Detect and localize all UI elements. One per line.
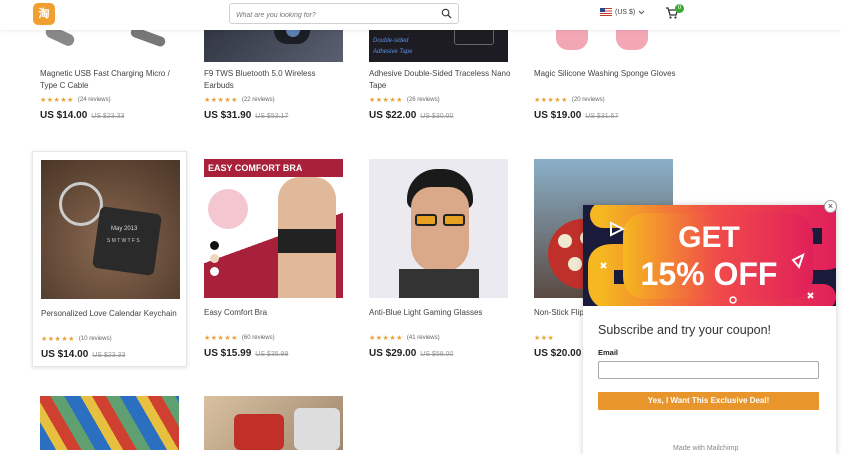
image-caption-line: EASY COMFORT BRA (208, 163, 303, 173)
old-price: US $23.33 (92, 352, 126, 359)
price: US $14.00 (41, 349, 89, 360)
rating-stars: ★★★ (534, 335, 555, 342)
currency-selector[interactable]: (US $) (600, 8, 645, 16)
product-card[interactable]: Anti-Blue Light Gaming Glasses ★★★★★ (41… (361, 151, 516, 359)
review-count: (24 reviews) (77, 97, 111, 103)
rating-stars: ★★★★★ (204, 97, 238, 104)
price: US $31.90 (204, 110, 252, 121)
review-count: (60 reviews) (241, 335, 275, 341)
product-rating: ★★★★★ (60 reviews) (204, 334, 351, 342)
product-card[interactable]: May 2013 S M T W T F S Personalized Love… (32, 151, 187, 367)
chevron-down-icon (638, 10, 645, 14)
product-rating: ★★★★★ (10 reviews) (41, 335, 186, 343)
product-rating: ★★★★★ (41 reviews) (369, 334, 516, 342)
product-title[interactable]: Personalized Love Calendar Keychain (41, 308, 183, 332)
us-flag-icon (600, 8, 612, 16)
product-rating: ★★★★★ (22 reviews) (204, 96, 351, 104)
old-price: US $23.33 (91, 113, 125, 120)
rating-stars: ★★★★★ (204, 335, 238, 342)
product-title[interactable]: Magic Silicone Washing Sponge Gloves (534, 68, 676, 92)
old-price: US $30.00 (420, 113, 454, 120)
price-row: US $14.00 US $23.33 (40, 110, 187, 121)
product-title[interactable]: Easy Comfort Bra (204, 307, 346, 331)
price-row: US $14.00 US $23.33 (41, 349, 186, 360)
product-title[interactable]: F9 TWS Bluetooth 5.0 Wireless Earbuds (204, 68, 346, 92)
search-input[interactable] (230, 6, 430, 25)
product-rating: ★★★★★ (20 reviews) (534, 96, 681, 104)
price-row: US $31.90 US $53.17 (204, 110, 351, 121)
price-row: US $15.99 US $35.99 (204, 348, 351, 359)
price-row: US $22.00 US $30.00 (369, 110, 516, 121)
product-rating: ★★★★★ (24 reviews) (40, 96, 187, 104)
review-count: (20 reviews) (571, 97, 605, 103)
product-image[interactable] (40, 396, 179, 450)
product-image[interactable]: EASY COMFORT BRA (204, 159, 343, 298)
rating-stars: ★★★★★ (369, 97, 403, 104)
mailchimp-footer[interactable]: Made with Mailchimp (673, 445, 738, 452)
product-card[interactable]: EASY COMFORT BRA Easy Comfort Bra ★★★★★ … (196, 151, 351, 359)
old-price: US $31.67 (585, 113, 619, 120)
price: US $19.00 (534, 110, 582, 121)
review-count: (22 reviews) (241, 97, 275, 103)
product-rating: ★★★★★ (26 reviews) (369, 96, 516, 104)
site-logo[interactable]: 淘 (33, 3, 55, 25)
popup-close-button[interactable]: × (824, 200, 837, 213)
promo-banner: GET 15% OFF (583, 205, 836, 306)
search-box[interactable] (229, 3, 459, 25)
rating-stars: ★★★★★ (40, 97, 74, 104)
promo-line-1: GET (678, 221, 740, 254)
old-price: US $35.99 (255, 351, 289, 358)
image-caption-line: May 2013 (111, 226, 138, 232)
image-caption-line: Double-sided (373, 38, 409, 44)
site-header: 淘 (US $) 0 (0, 0, 841, 30)
cart-count-badge: 0 (675, 4, 684, 13)
price-row: US $19.00 US $31.67 (534, 110, 681, 121)
promo-line-2: 15% OFF (641, 256, 778, 292)
product-title[interactable]: Adhesive Double-Sided Traceless Nano Tap… (369, 68, 511, 92)
product-title[interactable]: Magnetic USB Fast Charging Micro / Type … (40, 68, 182, 92)
search-icon[interactable] (441, 8, 452, 19)
product-image[interactable]: May 2013 S M T W T F S (41, 160, 180, 299)
image-caption-line: S M T W T F S (107, 238, 140, 244)
rating-stars: ★★★★★ (534, 97, 568, 104)
review-count: (26 reviews) (406, 97, 440, 103)
price: US $20.00 (534, 348, 582, 359)
email-label: Email (598, 348, 619, 357)
email-field[interactable] (598, 361, 819, 379)
rating-stars: ★★★★★ (41, 336, 75, 343)
review-count: (41 reviews) (406, 335, 440, 341)
product-card[interactable] (32, 396, 187, 450)
price: US $15.99 (204, 348, 252, 359)
old-price: US $58.00 (420, 351, 454, 358)
image-caption-line: Adhesive Tape (373, 49, 413, 55)
product-card[interactable] (196, 396, 351, 450)
product-image[interactable] (369, 159, 508, 298)
rating-stars: ★★★★★ (369, 335, 403, 342)
subscribe-popup: GET 15% OFF Subscribe and try your coupo… (583, 205, 836, 455)
old-price: US $53.17 (255, 113, 289, 120)
price: US $22.00 (369, 110, 417, 121)
product-title[interactable]: Anti-Blue Light Gaming Glasses (369, 307, 511, 331)
price-row: US $29.00 US $58.00 (369, 348, 516, 359)
exclusive-deal-button[interactable]: Yes, I Want This Exclusive Deal! (598, 392, 819, 410)
product-image[interactable] (204, 396, 343, 450)
price: US $29.00 (369, 348, 417, 359)
popup-title: Subscribe and try your coupon! (598, 323, 772, 337)
review-count: (10 reviews) (78, 336, 112, 342)
price: US $14.00 (40, 110, 88, 121)
promo-banner-graphic: GET 15% OFF (583, 205, 836, 306)
currency-label: (US $) (615, 8, 636, 16)
